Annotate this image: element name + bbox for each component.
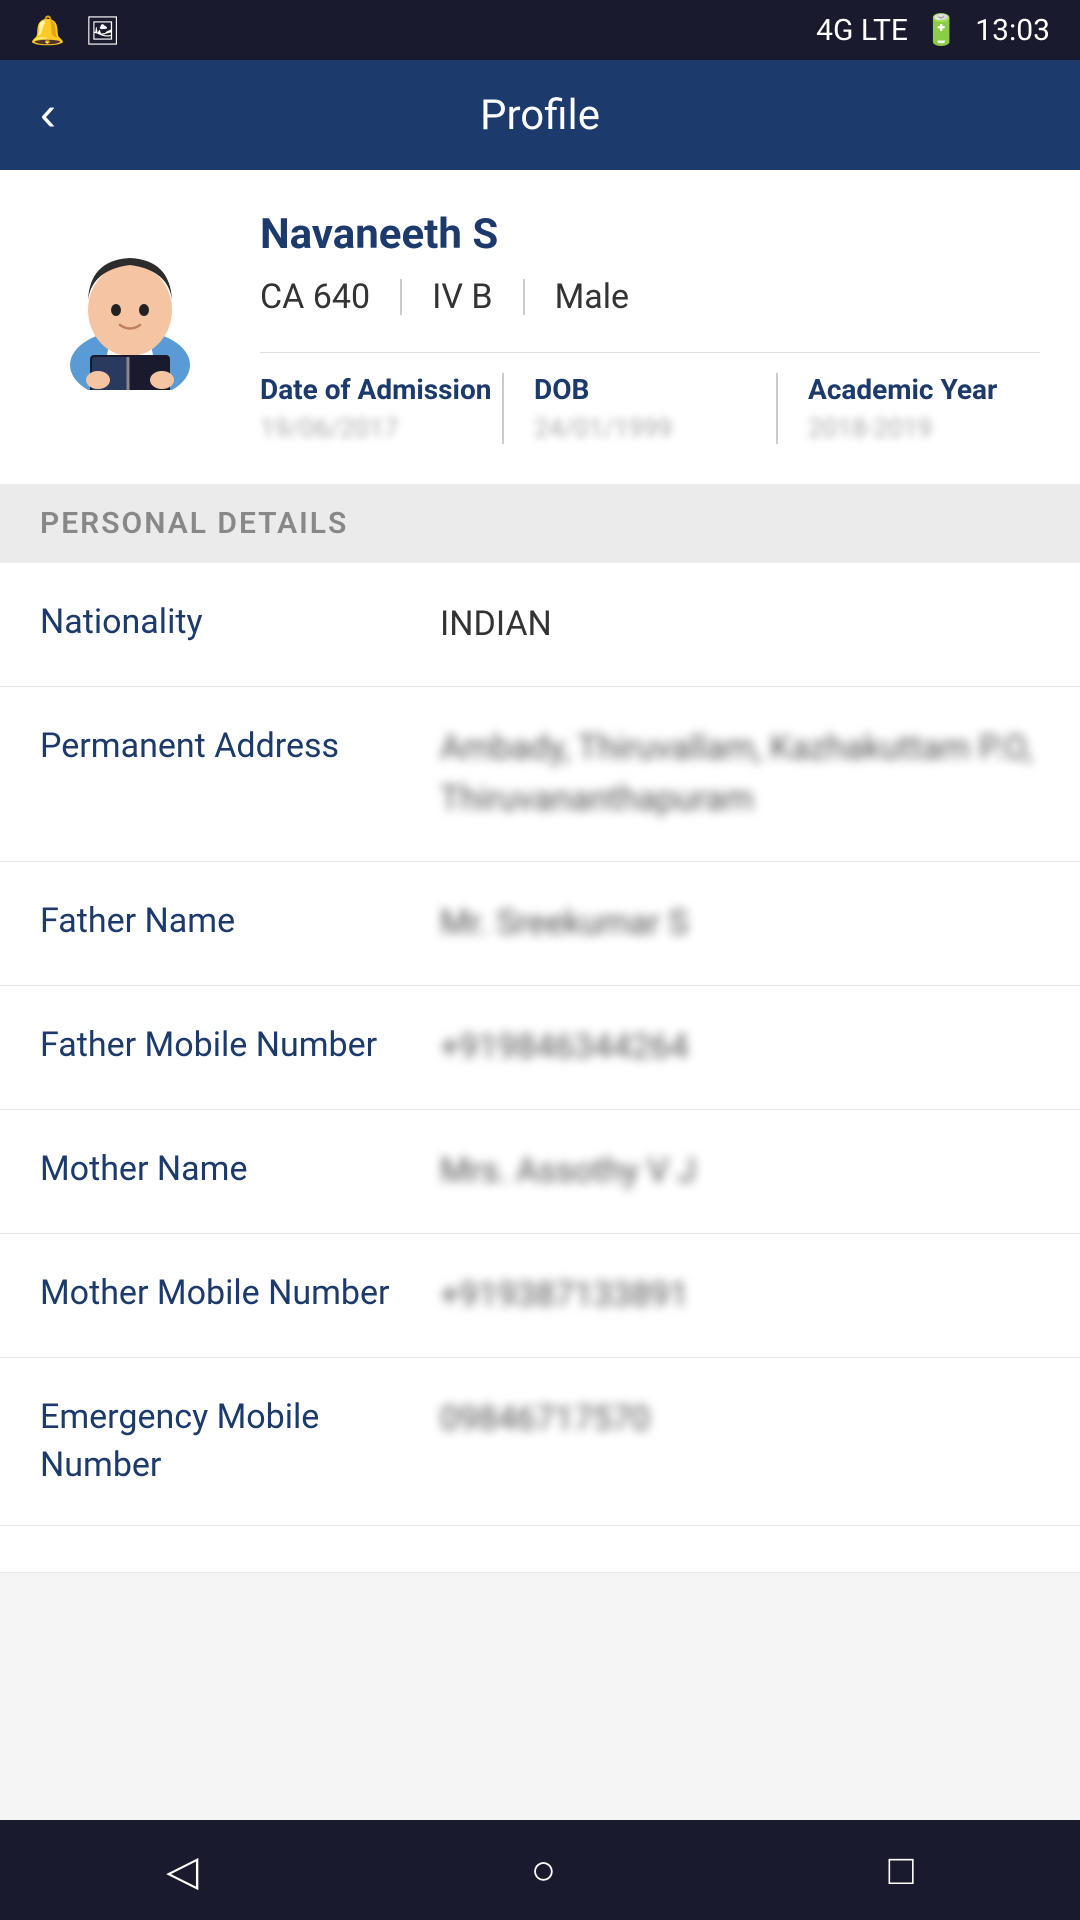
table-row: Mother Name Mrs. Assothy V J [0, 1110, 1080, 1234]
roll-number: CA 640 [260, 277, 370, 317]
detail-list: Nationality INDIAN Permanent Address Amb… [0, 563, 1080, 1573]
image-icon: 🖼 [85, 14, 121, 47]
stat-dob-value: 24/01/1999 [534, 414, 766, 444]
label-father-mobile: Father Mobile Number [40, 1022, 420, 1070]
meta-divider-1 [400, 279, 402, 315]
label-nationality: Nationality [40, 599, 420, 647]
stat-academic-label: Academic Year [808, 373, 1040, 406]
stat-academic-value: 2018-2019 [808, 414, 1040, 444]
status-right: 4G LTE 🔋 13:03 [816, 13, 1050, 48]
label-emergency-mobile: Emergency Mobile Number [40, 1394, 420, 1489]
nav-home-button[interactable]: ○ [531, 1846, 556, 1894]
status-left: 🔔 🖼 [30, 14, 120, 47]
table-row: Emergency Mobile Number 09846717570 [0, 1358, 1080, 1526]
stat-admission-value: 19/06/2017 [260, 414, 492, 444]
section: IV B [432, 277, 493, 317]
value-emergency-mobile: 09846717570 [440, 1394, 1040, 1445]
label-address: Permanent Address [40, 723, 420, 771]
avatar [40, 210, 220, 390]
stat-admission: Date of Admission 19/06/2017 [260, 373, 492, 444]
network-label: 4G LTE [816, 13, 908, 48]
profile-card: Navaneeth S CA 640 IV B Male Date of Adm… [0, 170, 1080, 484]
nav-bar: ◁ ○ □ [0, 1820, 1080, 1920]
meta-divider-2 [523, 279, 525, 315]
back-button[interactable]: ‹ [40, 91, 56, 139]
profile-info: Navaneeth S CA 640 IV B Male Date of Adm… [260, 210, 1040, 444]
value-address: Ambady, Thiruvallam, Kazhakuttam P.O, Th… [440, 723, 1040, 825]
value-mother-mobile: +919387133891 [440, 1270, 1040, 1321]
app-bar: ‹ Profile [0, 60, 1080, 170]
status-bar: 🔔 🖼 4G LTE 🔋 13:03 [0, 0, 1080, 60]
label-father-name: Father Name [40, 898, 420, 946]
table-row [0, 1526, 1080, 1573]
value-nationality: INDIAN [440, 599, 1040, 650]
nav-back-button[interactable]: ◁ [166, 1846, 198, 1895]
page-title: Profile [480, 91, 600, 140]
value-mother-name: Mrs. Assothy V J [440, 1146, 1040, 1197]
gender: Male [555, 277, 629, 317]
table-row: Permanent Address Ambady, Thiruvallam, K… [0, 687, 1080, 862]
table-row: Father Name Mr. Sreekumar S [0, 862, 1080, 986]
notification-icon: 🔔 [30, 14, 65, 47]
profile-stats: Date of Admission 19/06/2017 DOB 24/01/1… [260, 352, 1040, 444]
stat-dob: DOB 24/01/1999 [502, 373, 766, 444]
stat-academic: Academic Year 2018-2019 [776, 373, 1040, 444]
table-row: Father Mobile Number +919846344264 [0, 986, 1080, 1110]
profile-meta: CA 640 IV B Male [260, 277, 1040, 317]
battery-icon: 🔋 [923, 13, 960, 48]
stat-dob-label: DOB [534, 373, 766, 406]
personal-details-header: PERSONAL DETAILS [0, 484, 1080, 563]
clock: 13:03 [975, 13, 1050, 48]
table-row: Mother Mobile Number +919387133891 [0, 1234, 1080, 1358]
table-row: Nationality INDIAN [0, 563, 1080, 687]
value-father-mobile: +919846344264 [440, 1022, 1040, 1073]
label-mother-mobile: Mother Mobile Number [40, 1270, 420, 1318]
stat-admission-label: Date of Admission [260, 373, 492, 406]
value-father-name: Mr. Sreekumar S [440, 898, 1040, 949]
label-mother-name: Mother Name [40, 1146, 420, 1194]
nav-recent-button[interactable]: □ [888, 1846, 913, 1894]
profile-name: Navaneeth S [260, 210, 1040, 259]
